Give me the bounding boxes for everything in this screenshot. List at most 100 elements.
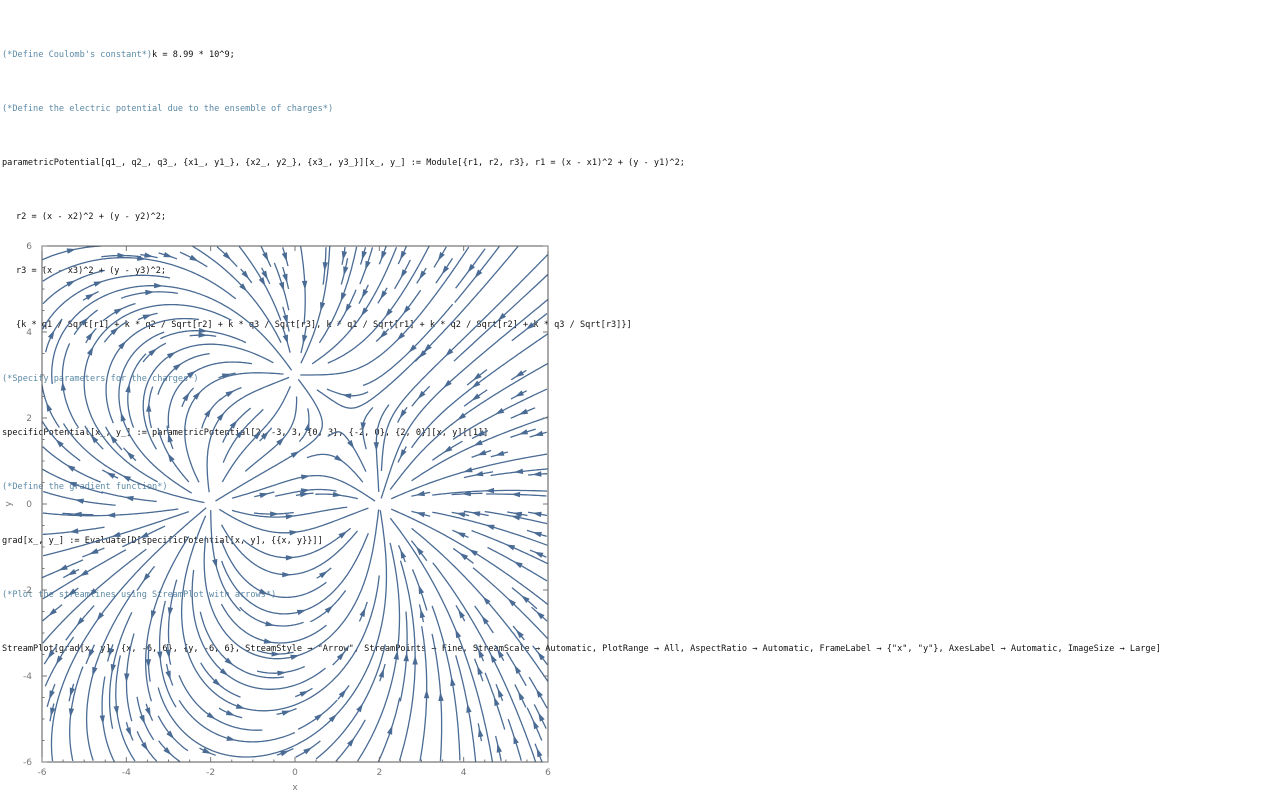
x-tick-label: -2 (206, 768, 215, 778)
stream-arrow (225, 710, 236, 716)
streamline (42, 274, 171, 330)
stream-arrow (106, 512, 116, 518)
stream-arrow (296, 609, 307, 616)
stream-arrow (189, 254, 199, 262)
stream-arrow (235, 703, 246, 709)
stream-arrow (478, 648, 485, 659)
stream-arrow (455, 629, 462, 639)
stream-arrow (518, 429, 529, 435)
stream-arrow (303, 747, 313, 755)
y-axis-label: y (4, 501, 14, 507)
streamline (201, 398, 222, 429)
stream-arrow (113, 308, 124, 315)
streamline (160, 330, 247, 344)
stream-arrow (67, 588, 77, 596)
y-tick-label: 2 (26, 414, 32, 424)
stream-plot-output[interactable]: -6 -4 -2 0 2 4 6 6 4 2 0 -2 -4 -6 x y (0, 240, 560, 796)
stream-arrow (456, 532, 466, 538)
stream-arrow (88, 649, 95, 659)
stream-arrow (513, 734, 519, 745)
streamline (127, 353, 147, 428)
stream-arrow (365, 260, 371, 271)
streamline (411, 333, 549, 449)
stream-arrow (443, 445, 453, 453)
streamline (472, 567, 548, 639)
stream-arrow (72, 511, 82, 518)
stream-arrow (278, 281, 285, 292)
stream-arrow (67, 481, 78, 488)
stream-arrow (361, 250, 367, 261)
stream-arrow (290, 654, 300, 660)
x-tick-label: 0 (292, 768, 298, 778)
stream-arrow (259, 492, 269, 499)
streamline (310, 590, 347, 623)
stream-arrow (67, 569, 77, 576)
stream-arrow (538, 712, 545, 722)
stream-arrow (108, 647, 115, 658)
streamline (199, 611, 285, 679)
stream-arrow (496, 743, 502, 753)
stream-arrow (494, 696, 500, 707)
stream-arrow (463, 467, 473, 473)
code-coulomb-constant[interactable]: k = 8.99 * 10^9; (152, 50, 235, 60)
stream-arrow (400, 549, 407, 559)
stream-arrow (140, 741, 149, 751)
stream-arrow (347, 737, 355, 747)
stream-arrow (473, 439, 483, 446)
stream-arrow (477, 449, 487, 456)
stream-arrow (46, 402, 53, 412)
stream-arrow (497, 649, 504, 659)
stream-arrow (96, 612, 105, 621)
stream-arrow (400, 269, 408, 279)
x-tick-label: 2 (376, 768, 382, 778)
stream-arrow (226, 735, 236, 741)
stream-arrow (265, 621, 275, 627)
stream-arrow (146, 402, 152, 412)
streamline (61, 343, 80, 429)
stream-arrow (93, 281, 103, 287)
stream-arrow (534, 551, 544, 558)
stream-arrow (495, 408, 505, 415)
stream-arrow (471, 511, 481, 517)
stream-arrow (373, 442, 379, 452)
code-line-1[interactable]: (*Define Coulomb's constant*)k = 8.99 * … (2, 46, 1278, 64)
streamline (362, 303, 454, 387)
code-parametric-potential[interactable]: parametricPotential[q1_, q2_, q3_, {x1_,… (2, 154, 1278, 172)
y-tick-label: -6 (23, 758, 32, 768)
code-r2[interactable]: r2 = (x - x2)^2 + (y - y2)^2; (2, 208, 1278, 226)
x-axis-label: x (292, 783, 298, 793)
streamline (178, 675, 263, 731)
stream-arrow (121, 475, 131, 482)
streamline (157, 352, 210, 395)
stream-arrow (167, 453, 175, 463)
stream-arrow (340, 292, 347, 302)
streamline (41, 384, 60, 428)
stream-arrow (281, 252, 287, 262)
stream-arrow (423, 689, 430, 699)
stream-arrow (513, 561, 523, 569)
stream-arrow (334, 454, 344, 462)
stream-arrow (419, 608, 426, 619)
stream-arrow (165, 649, 171, 659)
stream-arrow (533, 430, 544, 436)
stream-arrow (290, 451, 300, 458)
stream-arrow (511, 491, 521, 498)
streamline (220, 603, 327, 644)
stream-arrow (167, 433, 173, 443)
stream-arrow (216, 412, 225, 421)
streamline (41, 420, 81, 462)
streamline (432, 511, 548, 546)
stream-arrow (320, 302, 326, 312)
stream-arrow (332, 491, 342, 498)
stream-arrow (536, 688, 543, 698)
stream-arrow (66, 464, 76, 472)
stream-arrow (47, 650, 55, 659)
stream-arrow (304, 421, 310, 432)
stream-arrow (343, 266, 349, 276)
stream-arrow (299, 492, 310, 498)
stream-arrow (212, 558, 218, 569)
stream-arrow (412, 655, 418, 665)
stream-arrow (505, 544, 516, 551)
stream-arrow (361, 307, 369, 317)
stream-arrow (441, 265, 450, 275)
